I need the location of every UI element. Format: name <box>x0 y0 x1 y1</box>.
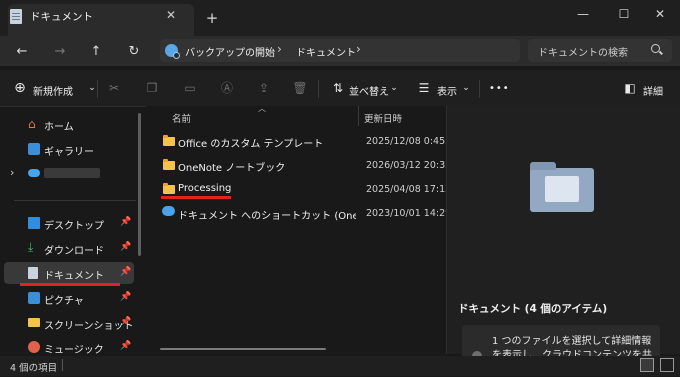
paste-icon[interactable]: ▭ <box>182 80 198 96</box>
refresh-button[interactable]: ↻ <box>124 44 144 60</box>
sidebar-item-label: デスクトップ <box>44 221 104 232</box>
music-icon <box>28 341 40 353</box>
folder-icon <box>163 135 175 146</box>
divider <box>479 80 480 98</box>
status-bar <box>0 356 680 376</box>
pin-icon[interactable]: 📌 <box>120 317 131 327</box>
file-date: 2025/04/08 17:12 <box>366 184 452 195</box>
folder-icon <box>28 318 40 327</box>
copy-icon[interactable]: ❐ <box>144 80 160 96</box>
sidebar-scrollbar[interactable] <box>138 113 141 256</box>
home-icon: ⌂ <box>28 117 36 131</box>
documents-icon <box>10 9 22 24</box>
up-button[interactable]: ↑ <box>86 44 106 60</box>
pin-icon[interactable]: 📌 <box>120 341 131 351</box>
chevron-right-icon[interactable]: › <box>356 42 361 56</box>
annotation-underline <box>161 196 231 199</box>
file-name: Processing <box>178 183 232 194</box>
horizontal-scrollbar[interactable] <box>160 348 326 350</box>
more-options-button[interactable]: ••• <box>489 83 510 94</box>
file-date: 2026/03/12 20:32 <box>366 160 452 171</box>
file-date: 2025/12/08 0:45 <box>366 136 446 147</box>
sidebar-item-label: ギャラリー <box>44 147 94 158</box>
tiles-view-button[interactable] <box>660 358 674 372</box>
document-sheet-icon <box>545 176 579 202</box>
sort-button[interactable]: 並べ替え <box>349 83 389 98</box>
file-name: Office のカスタム テンプレート <box>178 139 324 150</box>
sidebar-item-label: ピクチャ <box>44 296 84 307</box>
divider <box>97 80 98 98</box>
new-tab-button[interactable]: + <box>203 10 221 28</box>
documents-icon <box>28 267 38 279</box>
chevron-right-icon[interactable]: › <box>277 42 282 56</box>
pin-icon[interactable]: 📌 <box>120 292 131 302</box>
rename-icon[interactable]: Ⓐ <box>219 80 235 96</box>
close-window-button[interactable]: ✕ <box>645 2 675 28</box>
gallery-icon <box>28 143 40 155</box>
folder-icon <box>163 159 175 170</box>
details-button[interactable]: 詳細 <box>643 83 663 98</box>
divider <box>14 200 136 201</box>
column-header-modified[interactable]: 更新日時 <box>364 111 402 125</box>
item-count: 4 個の項目 <box>10 363 58 374</box>
pin-icon[interactable]: 📌 <box>120 217 131 227</box>
maximize-button[interactable]: ☐ <box>609 2 639 28</box>
view-button[interactable]: 表示 <box>437 83 457 98</box>
breadcrumb-backup[interactable]: バックアップの開始 <box>185 44 275 59</box>
sidebar-item-label: ホーム <box>44 122 74 133</box>
sidebar-item-label: ミュージック <box>44 345 104 356</box>
new-icon[interactable]: ⊕ <box>12 80 28 96</box>
sidebar-item-label: ドキュメント <box>44 271 104 282</box>
forward-button[interactable]: → <box>50 44 70 60</box>
onedrive-icon <box>28 169 40 177</box>
delete-icon[interactable]: 🗑 <box>292 80 308 96</box>
sort-icon[interactable]: ⇅ <box>330 80 346 96</box>
sidebar-item-label: ダウンロード <box>44 246 104 257</box>
divider <box>62 359 63 371</box>
details-view-button[interactable] <box>640 358 654 372</box>
folder-icon <box>163 183 175 194</box>
minimize-button[interactable]: — <box>568 2 598 28</box>
divider <box>318 80 319 98</box>
column-divider[interactable] <box>358 106 359 126</box>
download-icon: ⤓ <box>28 240 34 254</box>
back-button[interactable]: ← <box>12 44 32 60</box>
sort-ascending-icon: ︿ <box>258 104 266 113</box>
tab-title: ドキュメント <box>30 11 93 23</box>
view-icon[interactable]: ☰ <box>416 80 432 96</box>
blurred-account-name <box>44 168 100 178</box>
annotation-underline <box>20 283 120 286</box>
details-pane <box>447 106 680 354</box>
desktop-icon <box>28 217 40 229</box>
search-placeholder: ドキュメントの検索 <box>538 48 628 59</box>
breadcrumb-documents[interactable]: ドキュメント <box>296 44 356 59</box>
tab-close-icon[interactable]: ✕ <box>162 6 180 24</box>
share-icon[interactable]: ⇪ <box>256 80 272 96</box>
file-name: ドキュメント へのショートカット (OneDrive - 個… <box>178 211 356 222</box>
pin-icon[interactable]: 📌 <box>120 242 131 252</box>
file-name: OneNote ノートブック <box>178 163 286 174</box>
file-date: 2023/10/01 14:29 <box>366 208 452 219</box>
new-button[interactable]: 新規作成 <box>33 83 73 98</box>
details-title: ドキュメント (4 個のアイテム) <box>458 303 608 315</box>
pictures-icon <box>28 292 40 304</box>
chevron-down-icon[interactable]: ⌄ <box>386 80 402 96</box>
chevron-down-icon[interactable]: ⌄ <box>458 80 474 96</box>
column-header-name[interactable]: 名前 <box>172 111 191 125</box>
shortcut-icon <box>162 206 175 216</box>
pin-icon[interactable]: 📌 <box>120 267 131 277</box>
backup-icon <box>165 44 180 59</box>
details-pane-icon[interactable]: ◧ <box>622 80 638 96</box>
cut-icon[interactable]: ✂ <box>106 80 122 96</box>
search-icon[interactable] <box>651 44 660 53</box>
